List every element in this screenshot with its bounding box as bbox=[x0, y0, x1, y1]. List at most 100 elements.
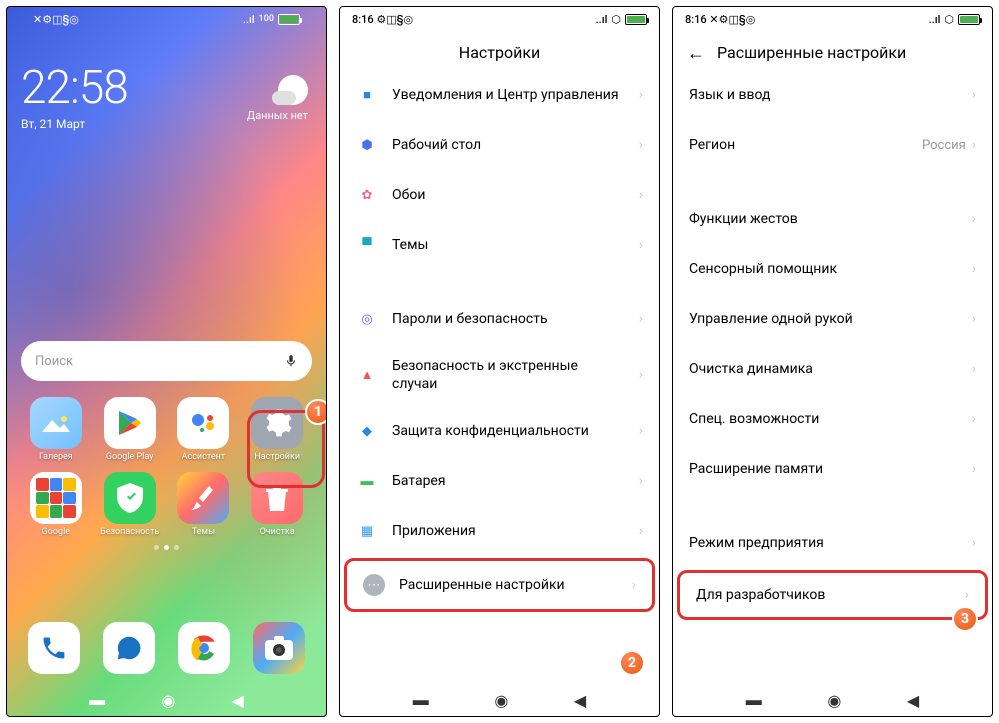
nav-home[interactable]: ◉ bbox=[827, 691, 841, 710]
row-touch-assistant[interactable]: Сенсорный помощник› bbox=[673, 244, 992, 294]
chevron-right-icon: › bbox=[972, 361, 976, 377]
settings-list[interactable]: ■Уведомления и Центр управления› ⬢Рабочи… bbox=[340, 70, 659, 684]
chevron-right-icon: › bbox=[639, 137, 643, 153]
app-chrome[interactable] bbox=[178, 622, 230, 674]
weather-widget[interactable]: Данных нет bbox=[247, 75, 308, 122]
nav-back[interactable]: ◀ bbox=[232, 691, 244, 710]
callout-badge-1: 1 bbox=[305, 399, 327, 425]
chevron-right-icon: › bbox=[972, 137, 976, 153]
chevron-right-icon: › bbox=[639, 423, 643, 439]
row-wallpaper[interactable]: ✿Обои› bbox=[340, 170, 659, 220]
chevron-right-icon: › bbox=[639, 473, 643, 489]
row-home-screen[interactable]: ⬢Рабочий стол› bbox=[340, 120, 659, 170]
wifi-icon: ⬡ bbox=[944, 13, 954, 26]
row-developer-options[interactable]: Для разработчиков› bbox=[677, 570, 988, 620]
nav-home[interactable]: ◉ bbox=[161, 691, 175, 710]
app-security[interactable]: Безопасность bbox=[95, 472, 165, 537]
weather-icon bbox=[278, 75, 308, 105]
chevron-right-icon: › bbox=[639, 187, 643, 203]
chevron-right-icon: › bbox=[639, 311, 643, 327]
status-icons: ⚙◫§◎ bbox=[376, 13, 413, 26]
signal-icon: ..ıl bbox=[929, 13, 941, 26]
row-enterprise[interactable]: Режим предприятия› bbox=[673, 518, 992, 568]
nav-bar: ▬ ◉ ◀ bbox=[340, 684, 659, 716]
nav-home[interactable]: ◉ bbox=[494, 691, 508, 710]
home-screen: ✕⚙◫§◎ ..ıl 100 22:58 Вт, 21 Март Данных … bbox=[6, 6, 327, 717]
mic-icon[interactable] bbox=[284, 354, 298, 368]
row-additional-settings[interactable]: ⋯Расширенные настройки› bbox=[344, 558, 655, 612]
search-bar[interactable]: Поиск bbox=[21, 341, 312, 381]
row-emergency[interactable]: ▲Безопасность и экстренные случаи› bbox=[340, 344, 659, 406]
chevron-right-icon: › bbox=[972, 411, 976, 427]
region-value: Россия bbox=[922, 138, 966, 153]
flower-icon: ✿ bbox=[356, 184, 378, 206]
chevron-right-icon: › bbox=[639, 87, 643, 103]
row-gestures[interactable]: Функции жестов› bbox=[673, 194, 992, 244]
app-settings[interactable]: Настройки bbox=[242, 397, 312, 462]
status-icons-left: ✕⚙◫§◎ bbox=[33, 13, 79, 26]
gallery-icon bbox=[30, 397, 82, 449]
apps-icon: ▦ bbox=[356, 520, 378, 542]
additional-settings-list[interactable]: Язык и ввод› РегионРоссия› Функции жесто… bbox=[673, 70, 992, 684]
notifications-icon: ■ bbox=[356, 84, 378, 106]
row-language[interactable]: Язык и ввод› bbox=[673, 70, 992, 120]
chevron-right-icon: › bbox=[639, 523, 643, 539]
privacy-icon: ◆ bbox=[356, 420, 378, 442]
row-one-hand[interactable]: Управление одной рукой› bbox=[673, 294, 992, 344]
shield-icon bbox=[104, 472, 156, 524]
app-themes[interactable]: Темы bbox=[169, 472, 239, 537]
assistant-icon bbox=[177, 397, 229, 449]
row-notifications[interactable]: ■Уведомления и Центр управления› bbox=[340, 70, 659, 120]
app-google-play[interactable]: Google Play bbox=[95, 397, 165, 462]
row-region[interactable]: РегионРоссия› bbox=[673, 120, 992, 170]
trash-icon bbox=[251, 472, 303, 524]
page-title: Настройки bbox=[340, 31, 659, 70]
app-messages[interactable] bbox=[103, 622, 155, 674]
chevron-right-icon: › bbox=[965, 587, 969, 603]
additional-settings-screen: 8:16 ✕⚙◫§◎ ..ıl⬡ ← Расширенные настройки… bbox=[672, 6, 993, 717]
chevron-right-icon: › bbox=[972, 461, 976, 477]
nav-recents[interactable]: ▬ bbox=[413, 690, 429, 710]
more-icon: ⋯ bbox=[363, 574, 385, 596]
theme-icon: ▀ bbox=[356, 234, 378, 256]
app-google-folder[interactable]: Google bbox=[21, 472, 91, 537]
play-icon bbox=[104, 397, 156, 449]
app-assistant[interactable]: Ассистент bbox=[169, 397, 239, 462]
folder-icon bbox=[30, 472, 82, 524]
status-bar: 8:16 ✕⚙◫§◎ ..ıl⬡ bbox=[673, 7, 992, 31]
page-indicator bbox=[21, 545, 312, 550]
nav-back[interactable]: ◀ bbox=[574, 691, 586, 710]
dock bbox=[21, 610, 312, 684]
nav-recents[interactable]: ▬ bbox=[89, 690, 105, 710]
battery-row-icon: ▬ bbox=[356, 470, 378, 492]
chevron-right-icon: › bbox=[972, 261, 976, 277]
app-camera[interactable] bbox=[253, 622, 305, 674]
home-row-2: Google Безопасность Темы Очистка bbox=[21, 472, 312, 537]
row-battery[interactable]: ▬Батарея› bbox=[340, 456, 659, 506]
app-phone[interactable] bbox=[28, 622, 80, 674]
nav-recents[interactable]: ▬ bbox=[746, 690, 762, 710]
app-cleaner[interactable]: Очистка bbox=[242, 472, 312, 537]
battery-icon bbox=[958, 14, 980, 25]
back-arrow-icon[interactable]: ← bbox=[687, 43, 705, 64]
row-speaker-clean[interactable]: Очистка динамика› bbox=[673, 344, 992, 394]
chevron-right-icon: › bbox=[972, 535, 976, 551]
home-row-1: Галерея Google Play Ассистент Настройки bbox=[21, 397, 312, 462]
status-icons: ✕⚙◫§◎ bbox=[709, 13, 755, 26]
row-privacy[interactable]: ◆Защита конфиденциальности› bbox=[340, 406, 659, 456]
battery-icon bbox=[278, 14, 300, 25]
chevron-right-icon: › bbox=[632, 577, 636, 593]
row-apps[interactable]: ▦Приложения› bbox=[340, 506, 659, 556]
callout-badge-2: 2 bbox=[619, 650, 645, 676]
row-memory-extension[interactable]: Расширение памяти› bbox=[673, 444, 992, 494]
chevron-right-icon: › bbox=[639, 237, 643, 253]
nav-back[interactable]: ◀ bbox=[907, 691, 919, 710]
row-accessibility[interactable]: Спец. возможности› bbox=[673, 394, 992, 444]
app-gallery[interactable]: Галерея bbox=[21, 397, 91, 462]
status-time: 8:16 bbox=[685, 13, 707, 26]
row-themes[interactable]: ▀Темы› bbox=[340, 220, 659, 270]
nav-bar: ▬ ◉ ◀ bbox=[21, 684, 312, 716]
signal-icon: ..ıl bbox=[596, 13, 608, 26]
callout-badge-3: 3 bbox=[952, 606, 978, 632]
row-passwords[interactable]: ◎Пароли и безопасность› bbox=[340, 294, 659, 344]
